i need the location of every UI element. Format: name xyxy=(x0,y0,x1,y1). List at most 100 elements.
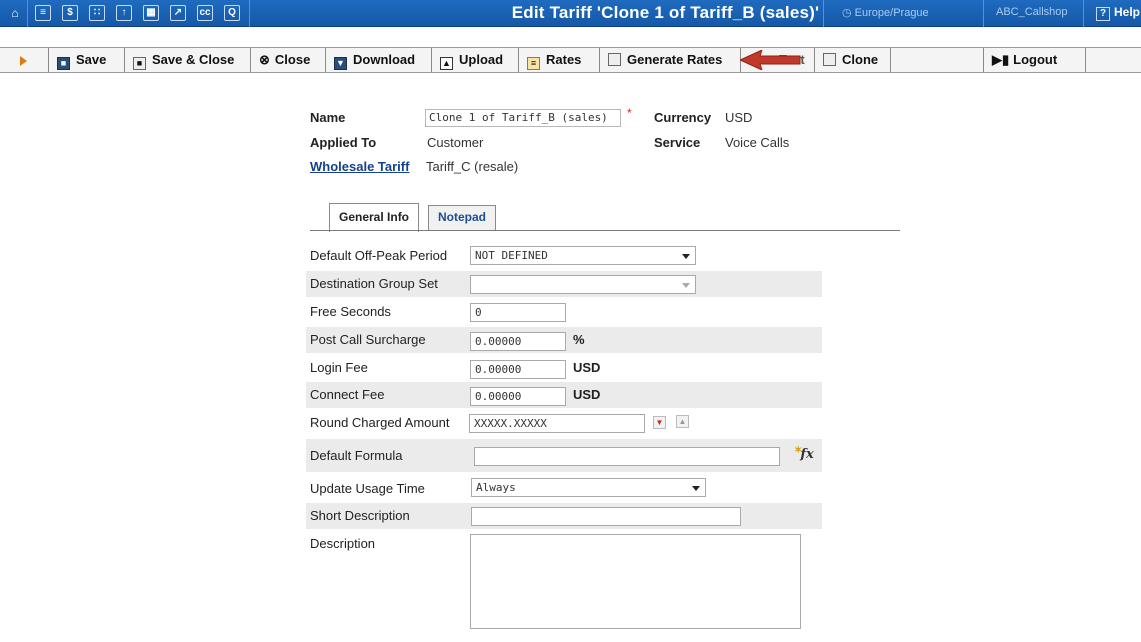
tabs-divider xyxy=(310,230,900,231)
annotation-arrow-icon xyxy=(740,50,801,70)
close-label: Close xyxy=(274,52,311,67)
login-fee-row: Login Fee 0.00000 USD xyxy=(306,355,822,381)
timezone-text: Europe/Prague xyxy=(854,7,929,19)
description-label: Description xyxy=(310,536,376,551)
round-charged-row: Round Charged Amount XXXXX.XXXXX ▼ ▲ xyxy=(306,410,822,436)
divider xyxy=(890,48,891,72)
name-label: Name xyxy=(310,110,346,125)
chevron-down-icon xyxy=(692,486,700,491)
short-description-row: Short Description xyxy=(306,503,822,529)
clone-label: Clone xyxy=(842,52,879,67)
help-link[interactable]: ? Help xyxy=(1096,5,1140,21)
wholesale-tariff-value: Tariff_C (resale) xyxy=(426,159,519,174)
free-seconds-input[interactable]: 0 xyxy=(470,303,566,322)
connect-fee-label: Connect Fee xyxy=(310,387,385,402)
login-fee-input[interactable]: 0.00000 xyxy=(470,360,566,379)
page-title: Edit Tariff 'Clone 1 of Tariff_B (sales)… xyxy=(0,3,1141,23)
formula-wizard-icon[interactable]: ✶fx xyxy=(794,445,814,462)
save-close-button[interactable]: ■ Save & Close xyxy=(124,48,234,72)
save-label: Save xyxy=(76,52,107,67)
toolbar-expand-icon[interactable] xyxy=(20,56,27,66)
connect-fee-unit: USD xyxy=(573,387,601,402)
save-button[interactable]: ■ Save xyxy=(48,48,106,72)
off-peak-row: Default Off-Peak Period NOT DEFINED xyxy=(306,243,822,269)
download-button[interactable]: ▼ Download xyxy=(325,48,415,72)
rates-button[interactable]: ≡ Rates xyxy=(518,48,581,72)
logout-label: Logout xyxy=(1013,52,1058,67)
tab-notepad[interactable]: Notepad xyxy=(428,205,496,230)
save-close-icon: ■ xyxy=(133,57,146,70)
currency-value: USD xyxy=(725,110,753,125)
save-icon: ■ xyxy=(57,57,70,70)
login-fee-unit: USD xyxy=(573,360,601,375)
tab-general-info[interactable]: General Info xyxy=(329,203,420,232)
destination-group-select[interactable] xyxy=(470,275,696,294)
help-text: Help xyxy=(1114,5,1141,19)
arrow-up-icon[interactable]: ▲ xyxy=(676,415,689,428)
destination-group-row: Destination Group Set xyxy=(306,271,822,297)
post-call-surcharge-input[interactable]: 0.00000 xyxy=(470,332,566,351)
round-charged-input[interactable]: XXXXX.XXXXX xyxy=(469,414,645,433)
help-icon: ? xyxy=(1096,7,1110,21)
divider xyxy=(983,0,984,27)
logout-button[interactable]: ▶▮ Logout xyxy=(983,48,1057,72)
page-title-text: Edit Tariff 'Clone 1 of Tariff_B (sales)… xyxy=(511,3,820,22)
off-peak-select[interactable]: NOT DEFINED xyxy=(470,246,696,265)
default-formula-label: Default Formula xyxy=(310,448,403,463)
user-link[interactable]: ABC_Callshop xyxy=(996,6,1068,18)
rates-icon: ≡ xyxy=(527,57,540,70)
short-description-label: Short Description xyxy=(310,508,410,523)
connect-fee-input[interactable]: 0.00000 xyxy=(470,387,566,406)
name-input[interactable]: Clone 1 of Tariff_B (sales) xyxy=(425,109,621,127)
free-seconds-label: Free Seconds xyxy=(310,304,391,319)
clock-icon: ◷ xyxy=(842,7,852,19)
close-button[interactable]: ⊗ Close xyxy=(250,48,310,72)
divider xyxy=(823,0,824,27)
login-fee-label: Login Fee xyxy=(310,360,368,375)
download-icon: ▼ xyxy=(334,57,347,70)
description-textarea[interactable] xyxy=(470,534,801,629)
post-call-unit: % xyxy=(573,332,585,347)
upload-label: Upload xyxy=(459,52,504,67)
post-call-surcharge-label: Post Call Surcharge xyxy=(310,332,426,347)
off-peak-value: NOT DEFINED xyxy=(475,249,548,262)
action-toolbar: ■ Save ■ Save & Close ⊗ Close ▼ Download ▲ Up… xyxy=(0,47,1141,73)
update-usage-label: Update Usage Time xyxy=(310,481,425,496)
logout-icon: ▶▮ xyxy=(992,52,1010,67)
destination-group-label: Destination Group Set xyxy=(310,276,438,291)
upload-icon: ▲ xyxy=(440,57,453,70)
off-peak-label: Default Off-Peak Period xyxy=(310,248,448,263)
arrow-down-icon[interactable]: ▼ xyxy=(653,416,666,429)
applied-to-label: Applied To xyxy=(310,135,377,150)
description-row: Description xyxy=(306,531,822,631)
applied-to-value: Customer xyxy=(427,135,484,150)
currency-label: Currency xyxy=(654,110,712,125)
rates-label: Rates xyxy=(546,52,582,67)
short-description-input[interactable] xyxy=(471,507,741,526)
close-icon: ⊗ xyxy=(259,52,270,67)
round-charged-label: Round Charged Amount xyxy=(310,415,450,430)
upload-button[interactable]: ▲ Upload xyxy=(431,48,503,72)
generate-rates-icon xyxy=(608,53,621,66)
update-usage-select[interactable]: Always xyxy=(471,478,706,497)
service-value: Voice Calls xyxy=(725,135,790,150)
required-marker: * xyxy=(627,106,632,120)
wholesale-tariff-link[interactable]: Wholesale Tariff xyxy=(310,159,409,174)
timezone-link[interactable]: ◷ Europe/Prague xyxy=(842,6,929,19)
free-seconds-row: Free Seconds 0 xyxy=(306,299,822,325)
update-usage-value: Always xyxy=(476,481,516,494)
generate-rates-button[interactable]: Generate Rates xyxy=(599,48,722,72)
connect-fee-row: Connect Fee 0.00000 USD xyxy=(306,382,822,408)
update-usage-row: Update Usage Time Always xyxy=(306,476,822,502)
clone-button[interactable]: Clone xyxy=(814,48,878,72)
clone-icon xyxy=(823,53,836,66)
chevron-down-icon xyxy=(682,283,690,288)
generate-rates-label: Generate Rates xyxy=(627,52,723,67)
default-formula-input[interactable] xyxy=(474,447,780,466)
chevron-down-icon xyxy=(682,254,690,259)
post-call-surcharge-row: Post Call Surcharge 0.00000 % xyxy=(306,327,822,353)
divider xyxy=(1085,48,1086,72)
top-navigation-bar: ⌂ ≡ $ ∷ ↑ ▦ ↗ cc Q Edit Tariff 'Clone 1 … xyxy=(0,0,1141,27)
default-formula-row: Default Formula ✶fx xyxy=(306,439,822,472)
download-label: Download xyxy=(353,52,416,67)
